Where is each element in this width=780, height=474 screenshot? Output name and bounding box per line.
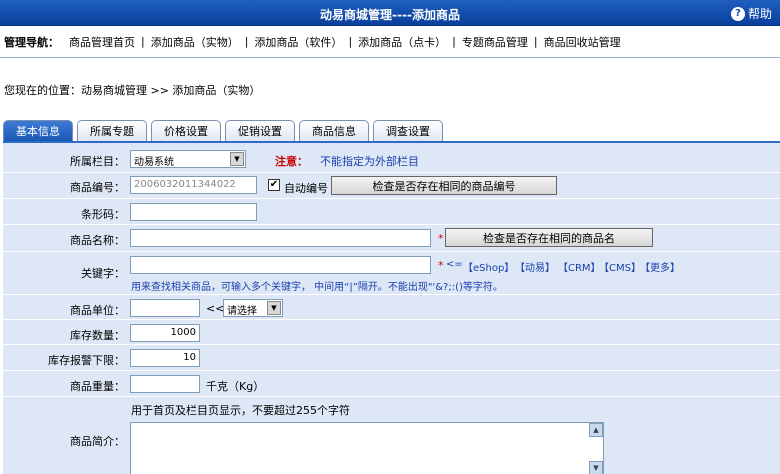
product-code-input[interactable]: 20060320113440​22: [130, 176, 257, 194]
question-mark-icon: ?: [730, 6, 745, 21]
nav-link-add-software[interactable]: 添加商品（软件）: [254, 34, 342, 50]
quick-keyword-more[interactable]: 【更多】: [640, 259, 680, 274]
quick-keyword-powereasy[interactable]: 【动易】: [515, 259, 555, 274]
tab-bar: 基本信息 所属专题 价格设置 促销设置 商品信息 调查设置: [3, 120, 447, 141]
auto-code-checkbox[interactable]: ✔: [268, 179, 280, 191]
unit-label: 商品单位：: [70, 304, 125, 317]
nav-link-add-physical[interactable]: 添加商品（实物）: [151, 34, 239, 50]
nav-link-recycle-bin[interactable]: 商品回收站管理: [544, 34, 621, 50]
page-title: 动易商城管理----添加商品: [320, 8, 460, 22]
unit-select-value: 请选择: [227, 306, 257, 317]
dropdown-arrow-icon: ▼: [267, 301, 281, 315]
product-form: 所属栏目： 动易系统 ▼ 注意： 不能指定为外部栏目 商品编号： 2006032…: [3, 141, 780, 474]
barcode-label: 条形码：: [81, 208, 125, 221]
scroll-down-icon[interactable]: ▼: [589, 461, 603, 474]
weight-label: 商品重量：: [70, 380, 125, 393]
intro-textarea[interactable]: ▲ ▼: [130, 422, 604, 474]
stock-input[interactable]: 1000: [130, 324, 200, 342]
help-link[interactable]: ? 帮助: [730, 5, 772, 22]
tab-basic-info[interactable]: 基本信息: [3, 120, 73, 141]
intro-hint: 用于首页及栏目页显示，不要超过255个字符: [131, 404, 350, 417]
barcode-row: 条形码：: [3, 200, 780, 225]
scroll-up-icon[interactable]: ▲: [589, 423, 603, 437]
keywords-label: 关键字：: [81, 267, 125, 280]
nav-link-special-topics[interactable]: 专题商品管理: [462, 34, 528, 50]
dropdown-arrow-icon: ▼: [230, 152, 244, 166]
nav-separator: |: [533, 35, 538, 48]
weight-unit: 千克（Kg）: [206, 380, 265, 393]
weight-row: 商品重量： 千克（Kg）: [3, 372, 780, 397]
warning-text: 不能指定为外部栏目: [320, 155, 419, 168]
category-select-value: 动易系统: [134, 157, 174, 168]
required-mark: *: [438, 232, 444, 245]
auto-code-label: 自动编号: [284, 182, 328, 195]
weight-input[interactable]: [130, 375, 200, 393]
tab-price-settings[interactable]: 价格设置: [151, 120, 221, 141]
product-name-input[interactable]: [130, 229, 431, 247]
intro-label: 商品简介：: [70, 435, 125, 448]
unit-input[interactable]: [130, 299, 200, 317]
nav-separator: |: [141, 35, 145, 48]
stock-alert-label: 库存报警下限：: [48, 354, 125, 367]
product-code-row: 商品编号： 20060320113440​22 ✔ 自动编号 检查是否存在相同的…: [3, 174, 780, 199]
product-name-row: 商品名称： * 检查是否存在相同的商品名: [3, 226, 780, 252]
tab-product-info[interactable]: 商品信息: [299, 120, 369, 141]
quick-keyword-prefix: <=: [446, 259, 463, 270]
keywords-hint: 用来查找相关商品，可输入多个关键字， 中间用“|”隔开。不能出现"'&?;:()…: [131, 282, 503, 293]
quick-keyword-crm[interactable]: 【CRM】: [558, 259, 601, 274]
tab-promotion-settings[interactable]: 促销设置: [225, 120, 295, 141]
check-code-button[interactable]: 检查是否存在相同的商品编号: [331, 176, 557, 195]
quick-keyword-cms[interactable]: 【CMS】: [599, 259, 641, 274]
category-label: 所属栏目：: [70, 155, 125, 168]
category-select[interactable]: 动易系统 ▼: [130, 150, 246, 168]
product-code-label: 商品编号：: [70, 181, 125, 194]
nav-link-product-home[interactable]: 商品管理首页: [69, 34, 135, 50]
check-name-button[interactable]: 检查是否存在相同的商品名: [445, 228, 653, 247]
keywords-row: 关键字： * <= 【eShop】 【动易】 【CRM】 【CMS】 【更多】 …: [3, 253, 780, 295]
product-name-label: 商品名称：: [70, 234, 125, 247]
tab-survey-settings[interactable]: 调查设置: [373, 120, 443, 141]
nav-separator: |: [348, 35, 353, 48]
fill-unit-arrow[interactable]: <<: [206, 302, 224, 315]
barcode-input[interactable]: [130, 203, 257, 221]
quick-keyword-eshop[interactable]: 【eShop】: [463, 259, 514, 274]
admin-navigation: 管理导航： 商品管理首页 | 添加商品（实物） | 添加商品（软件） | 添加商…: [0, 26, 780, 58]
stock-alert-input[interactable]: 10: [130, 349, 200, 367]
warning-label: 注意：: [275, 155, 308, 168]
nav-separator: |: [452, 35, 456, 48]
title-bar: 动易商城管理----添加商品 ? 帮助: [0, 0, 780, 26]
stock-alert-row: 库存报警下限： 10: [3, 346, 780, 371]
unit-select[interactable]: 请选择 ▼: [223, 299, 283, 317]
nav-separator: |: [244, 35, 249, 48]
category-row: 所属栏目： 动易系统 ▼ 注意： 不能指定为外部栏目: [3, 147, 780, 173]
unit-row: 商品单位： << 请选择 ▼: [3, 296, 780, 320]
stock-label: 库存数量：: [70, 329, 125, 342]
intro-row: 商品简介： 用于首页及栏目页显示，不要超过255个字符 ▲ ▼: [3, 398, 780, 474]
breadcrumb: 您现在的位置：动易商城管理 >> 添加商品（实物）: [4, 84, 261, 97]
help-label: 帮助: [747, 7, 772, 21]
keywords-input[interactable]: [130, 256, 431, 274]
nav-label: 管理导航：: [4, 35, 59, 49]
nav-link-add-card[interactable]: 添加商品（点卡）: [358, 34, 446, 50]
tab-special-topic[interactable]: 所属专题: [77, 120, 147, 141]
required-mark: *: [438, 259, 444, 272]
stock-row: 库存数量： 1000: [3, 321, 780, 345]
